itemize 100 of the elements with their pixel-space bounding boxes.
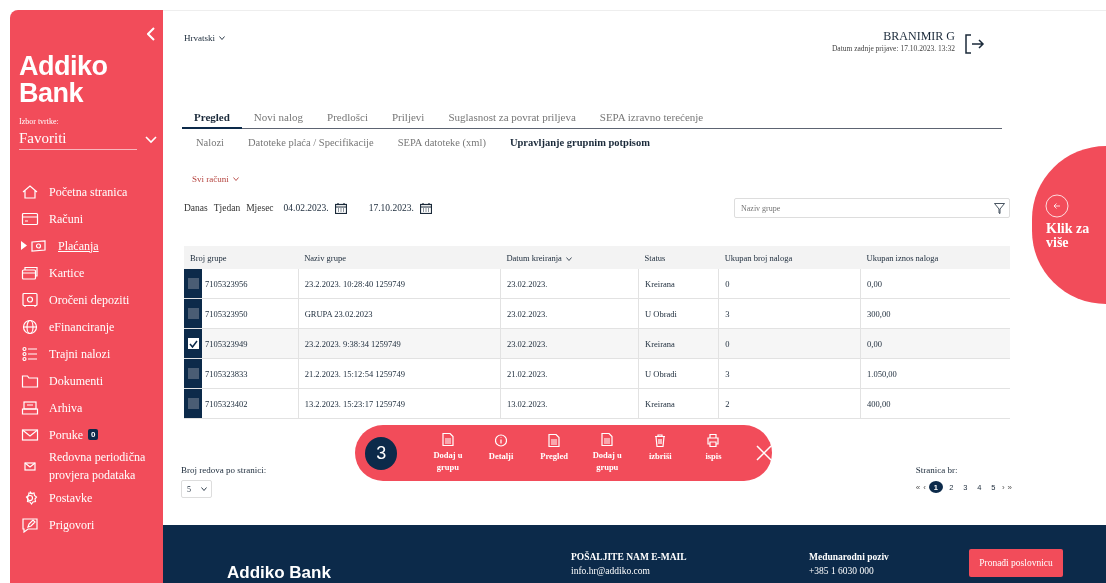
table-cell: 400,00 (860, 388, 1010, 419)
subtab[interactable]: Datoteke plaća / Specifikacije (236, 137, 386, 148)
table-cell: 21.02.2023. (500, 358, 639, 389)
row-checkbox[interactable] (187, 338, 199, 349)
footer-logo: Addiko Bank (227, 563, 332, 583)
sidebar-item[interactable]: Kartice (19, 259, 163, 286)
action-button[interactable]: Dodaj u grupu (423, 433, 473, 473)
tab[interactable]: Priljevi (380, 109, 437, 129)
table-cell: 7105323956 (205, 278, 248, 289)
column-header[interactable]: Naziv grupe (298, 246, 501, 269)
sidebar-item[interactable]: Oročeni depoziti (19, 286, 163, 313)
action-button[interactable]: izbriši (635, 434, 685, 462)
count-badge: 0 (88, 429, 99, 440)
page-label: Stranica br: (915, 465, 959, 475)
user-name: BRANIMIR G (883, 29, 955, 44)
search-field[interactable]: Naziv grupe (734, 198, 1010, 218)
table-cell: Kreirana (638, 328, 719, 359)
filter-icon[interactable] (994, 202, 1005, 214)
tab[interactable]: Predlošci (315, 109, 380, 129)
table-cell: Kreirana (638, 269, 719, 299)
table-cell: 7105323950 (205, 308, 248, 319)
period-button[interactable]: Mjesec (246, 203, 274, 213)
trash-icon (654, 434, 667, 447)
row-checkbox[interactable] (187, 368, 199, 379)
email-heading: POŠALJITE NAM E-MAIL (571, 550, 688, 564)
sidebar-item[interactable]: Trajni nalozi (19, 340, 163, 367)
email-link[interactable]: info.hr@addiko.com (571, 564, 809, 578)
sidebar-item[interactable]: Dokumenti (19, 367, 163, 394)
account-dropdown[interactable]: Svi računi (192, 174, 239, 184)
period-button[interactable]: Danas (184, 203, 208, 213)
table-cell: 0,00 (860, 328, 1010, 359)
company-label: Izbor tvrtke: (19, 117, 60, 126)
document-icon (548, 434, 561, 447)
action-button[interactable]: Dodaj u grupu (582, 433, 632, 473)
column-header[interactable]: Ukupan iznos naloga (860, 246, 1010, 269)
checkmark-icon (188, 339, 198, 348)
rows-per-page-dropdown[interactable]: 5 (181, 480, 212, 498)
table-cell: U Obradi (638, 358, 719, 389)
sidebar-item[interactable]: Arhiva (19, 394, 163, 421)
column-header[interactable]: Status (638, 246, 719, 269)
calendar-icon[interactable] (419, 202, 432, 214)
tab[interactable]: Suglasnost za povrat priljeva (436, 109, 588, 129)
sidebar-item[interactable]: Plaćanja (19, 232, 163, 259)
table-cell: 23.2.2023. 9:38:34 1259749 (298, 328, 501, 359)
bank-logo: Addiko Bank (19, 53, 109, 107)
row-checkbox[interactable] (187, 278, 199, 289)
sidebar-item[interactable]: Redovna periodična provjera podataka (19, 448, 151, 484)
row-checkbox[interactable] (187, 308, 199, 319)
close-button[interactable] (755, 445, 772, 461)
logout-icon[interactable] (963, 33, 985, 55)
column-header[interactable]: Ukupan broj naloga (718, 246, 861, 269)
caret-icon (232, 177, 239, 181)
first-page-button[interactable]: « (915, 482, 921, 492)
card-icon (21, 210, 39, 227)
subtab[interactable]: SEPA datoteke (xml) (385, 137, 498, 148)
table-cell: 7105323833 (205, 368, 248, 379)
subtab[interactable]: Nalozi (184, 137, 236, 148)
find-branch-button[interactable]: Pronađi poslovnicu (969, 549, 1063, 577)
tab[interactable]: Novi nalog (241, 109, 316, 129)
chat-pencil-icon (21, 516, 39, 533)
date-from-field[interactable]: 04.02.2023. (283, 203, 329, 213)
column-header[interactable]: Broj grupe (184, 246, 299, 269)
sidebar-item[interactable]: eFinanciranje (19, 313, 163, 340)
banknote-icon (30, 237, 48, 254)
calendar-icon[interactable] (334, 202, 347, 214)
action-button[interactable]: Detalji (476, 434, 526, 462)
period-button[interactable]: Tjedan (213, 203, 241, 213)
table-cell: 0,00 (860, 269, 1010, 299)
language-dropdown[interactable]: Hrvatski (184, 32, 225, 44)
table-cell: 23.02.2023. (500, 298, 639, 329)
table-cell: 21.2.2023. 15:12:54 1259749 (298, 358, 501, 389)
date-to-field[interactable]: 17.10.2023. (368, 203, 414, 213)
column-header[interactable]: Datum kreiranja (500, 246, 639, 269)
tab[interactable]: SEPA izravno terećenje (587, 109, 716, 129)
next-page-button[interactable]: › (1001, 482, 1005, 492)
previous-page-button[interactable]: ‹ (923, 482, 926, 492)
close-icon (755, 445, 772, 461)
sidebar-item[interactable]: Poruke 0 (19, 421, 163, 448)
tab[interactable]: Pregled (182, 109, 242, 129)
sidebar-item[interactable]: Računi (19, 205, 163, 232)
table-cell: 23.2.2023. 10:28:40 1259749 (298, 269, 501, 299)
table-cell: 13.02.2023. (500, 388, 639, 419)
subtab[interactable]: Upravljanje grupnim potpisom (497, 137, 662, 148)
triangle-icon (21, 241, 27, 250)
table-cell: 23.02.2023. (500, 328, 639, 359)
action-button[interactable]: ispis (688, 434, 738, 462)
table-cell: 13.2.2023. 15:23:17 1259749 (298, 388, 501, 419)
table-cell: 7105323402 (205, 398, 248, 409)
table-cell: 1.050,00 (860, 358, 1010, 389)
last-page-button[interactable]: » (1007, 482, 1012, 492)
sidebar-item[interactable]: Početna stranica (19, 178, 163, 205)
chevron-left-icon[interactable] (147, 27, 155, 41)
sidebar-item[interactable]: Prigovori (19, 511, 163, 538)
row-checkbox[interactable] (187, 398, 199, 409)
phone-heading: Međunarodni poziv (809, 551, 890, 564)
action-button[interactable]: Pregled (529, 434, 579, 462)
sidebar-item[interactable]: Postavke (19, 484, 163, 511)
company-dropdown[interactable]: Favoriti (19, 130, 157, 152)
more-info-button[interactable]: Klik za više (1032, 146, 1106, 304)
chevron-down-icon (201, 487, 207, 491)
